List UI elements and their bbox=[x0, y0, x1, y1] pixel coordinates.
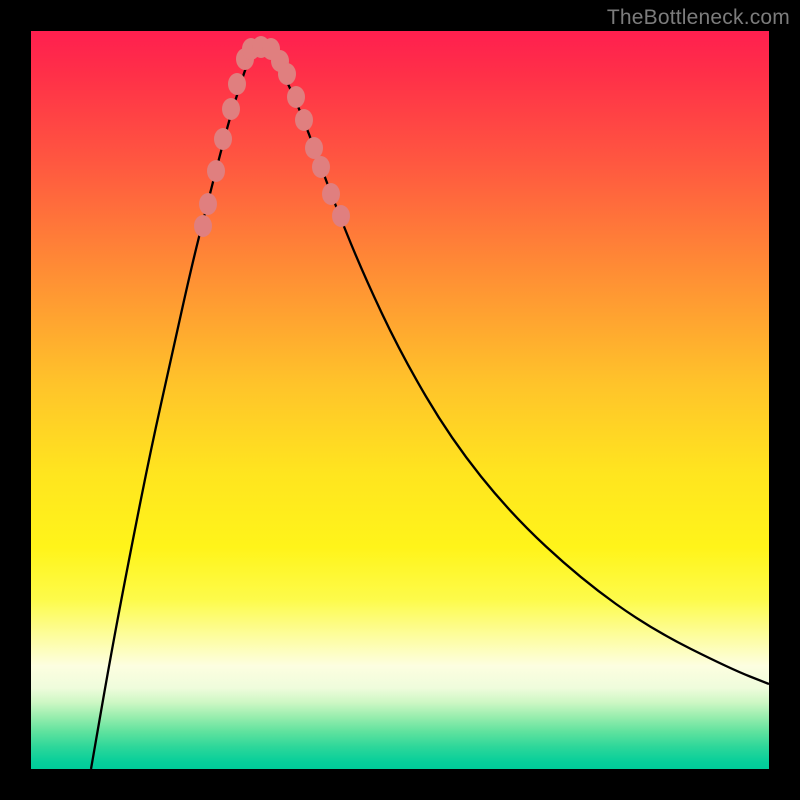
marker-right-6 bbox=[322, 183, 340, 205]
watermark-text: TheBottleneck.com bbox=[607, 6, 790, 30]
marker-left-2 bbox=[207, 160, 225, 182]
curve-left bbox=[91, 51, 253, 769]
marker-right-3 bbox=[295, 109, 313, 131]
marker-right-7 bbox=[332, 205, 350, 227]
marker-left-0 bbox=[194, 215, 212, 237]
chart-frame: TheBottleneck.com bbox=[0, 0, 800, 800]
marker-left-5 bbox=[228, 73, 246, 95]
marker-left-1 bbox=[199, 193, 217, 215]
marker-right-2 bbox=[287, 86, 305, 108]
plot-area bbox=[31, 31, 769, 769]
marker-right-4 bbox=[305, 137, 323, 159]
marker-right-5 bbox=[312, 156, 330, 178]
marker-left-3 bbox=[214, 128, 232, 150]
marker-right-1 bbox=[278, 63, 296, 85]
marker-left-4 bbox=[222, 98, 240, 120]
bottleneck-curve-chart bbox=[31, 31, 769, 769]
curve-right bbox=[269, 51, 769, 684]
